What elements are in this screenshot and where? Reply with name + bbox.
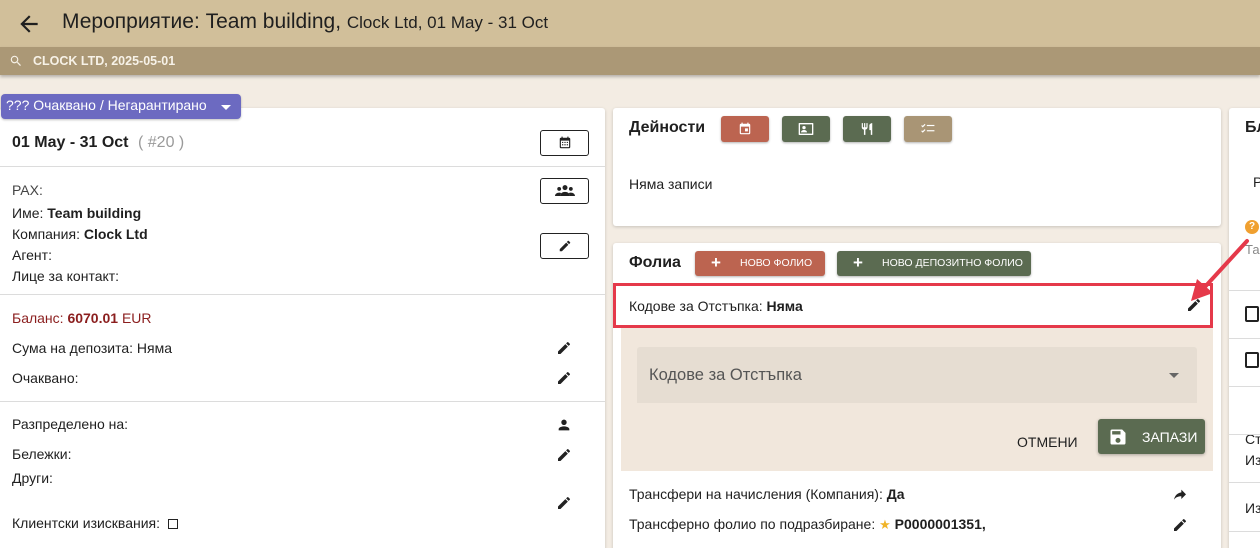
activity-checklist-button[interactable]	[904, 116, 952, 142]
folio-title: Фолиа	[629, 254, 681, 271]
company-value: Clock Ltd	[83, 226, 148, 242]
default-folio-label: Трансферно фолио по подразбиране:	[629, 516, 876, 532]
discount-codes-select[interactable]: Кодове за Отстъпка	[637, 347, 1197, 403]
calendar-icon	[739, 122, 751, 135]
transfers-row: Трансфери на начисления (Компания): Да	[629, 486, 905, 502]
activities-card: Дейности Няма записи	[613, 108, 1221, 226]
name-row: Име: Team building	[12, 205, 141, 221]
app-header: Мероприятие: Team building, Clock Ltd, 0…	[0, 0, 1260, 47]
chevron-down-icon	[221, 105, 231, 110]
save-icon	[1110, 429, 1126, 445]
right-panel-field-5: Из	[1245, 500, 1260, 516]
assigned-label: Разпределено на:	[12, 416, 129, 432]
calendar-icon	[559, 136, 570, 149]
right-panel-title: Бл	[1245, 119, 1260, 136]
client-requirements-row: Клиентски изисквания:	[12, 515, 178, 531]
balance-label: Баланс:	[12, 310, 64, 326]
person-icon[interactable]	[556, 417, 572, 433]
edit-other-pencil-icon[interactable]	[556, 495, 572, 511]
activities-title: Дейности	[629, 119, 706, 136]
discount-codes-text: Кодове за Отстъпка: Няма	[629, 298, 803, 314]
search-icon	[9, 54, 23, 68]
client-requirements-label: Клиентски изисквания:	[12, 515, 161, 531]
contact-card-icon	[798, 123, 814, 135]
default-folio-row: Трансферно фолио по подразбиране: ★ P000…	[629, 516, 986, 533]
right-panel-field-1: Р	[1253, 174, 1260, 190]
pax-label: PAX:	[12, 182, 43, 198]
help-icon[interactable]: ?	[1245, 220, 1259, 234]
company-row: Компания: Clock Ltd	[12, 226, 148, 242]
new-deposit-folio-button[interactable]: + НОВО ДЕПОЗИТНО ФОЛИО	[837, 251, 1031, 276]
event-subtitle: Clock Ltd, 01 May - 31 Oct	[346, 13, 549, 32]
discount-codes-editor: Кодове за Отстъпка ОТМЕНИ ЗАПАЗИ	[621, 328, 1213, 471]
activity-restaurant-button[interactable]	[843, 116, 891, 142]
company-label: Компания:	[12, 226, 80, 242]
save-label: ЗАПАЗИ	[1142, 429, 1198, 445]
activity-contact-button[interactable]	[782, 116, 830, 142]
star-icon: ★	[879, 517, 891, 532]
document-icon[interactable]	[1245, 352, 1259, 368]
discount-codes-value: Няма	[766, 298, 803, 314]
balance-currency: EUR	[121, 310, 152, 326]
pax-button[interactable]	[540, 178, 589, 204]
edit-notes-pencil-icon[interactable]	[556, 447, 572, 463]
save-button[interactable]: ЗАПАЗИ	[1098, 419, 1205, 454]
new-folio-button[interactable]: + НОВО ФОЛИО	[695, 251, 825, 276]
checklist-icon	[921, 123, 935, 133]
discount-codes-placeholder: Кодове за Отстъпка	[649, 366, 802, 384]
event-title: Мероприятие: Team building,	[62, 10, 342, 33]
edit-details-button[interactable]	[540, 233, 589, 259]
agent-label: Агент:	[12, 247, 52, 263]
default-folio-value: P0000001351,	[894, 516, 986, 532]
event-number: ( #20 )	[138, 134, 185, 151]
back-arrow-icon[interactable]	[16, 11, 42, 37]
new-folio-label: НОВО ФОЛИО	[740, 257, 813, 269]
deposit-label: Сума на депозита: Няма	[12, 340, 172, 356]
edit-expected-pencil-icon[interactable]	[556, 370, 572, 386]
right-panel-card: Бл Р ? Та Ст Из Из	[1229, 108, 1260, 548]
status-label: ??? Очаквано / Негарантирано	[6, 97, 207, 113]
plus-icon: +	[853, 253, 863, 272]
activities-empty-text: Няма записи	[629, 176, 713, 192]
status-dropdown[interactable]: ??? Очаквано / Негарантирано	[1, 94, 241, 119]
search-bar[interactable]: CLOCK LTD, 2025-05-01	[0, 47, 1260, 75]
group-icon	[554, 185, 575, 196]
edit-deposit-pencil-icon[interactable]	[556, 340, 572, 356]
discount-codes-row: Кодове за Отстъпка: Няма	[613, 283, 1213, 328]
plus-icon: +	[711, 253, 721, 272]
search-text: CLOCK LTD, 2025-05-01	[33, 54, 176, 68]
balance-row: Баланс: 6070.01 EUR	[12, 310, 152, 326]
name-value: Team building	[47, 205, 142, 221]
client-requirements-checkbox[interactable]	[167, 519, 178, 529]
edit-default-folio-pencil-icon[interactable]	[1172, 517, 1188, 533]
forward-icon[interactable]	[1172, 487, 1188, 503]
other-label: Други:	[12, 470, 53, 486]
name-label: Име:	[12, 205, 44, 221]
page-title: Мероприятие: Team building, Clock Ltd, 0…	[62, 10, 548, 34]
balance-value: 6070.01	[67, 310, 119, 326]
pencil-icon	[559, 240, 570, 252]
notes-label: Бележки:	[12, 446, 72, 462]
contact-label: Лице за контакт:	[12, 268, 120, 284]
transfers-value: Да	[886, 486, 905, 502]
transfers-label: Трансфери на начисления (Компания):	[629, 486, 883, 502]
folio-card: Фолиа + НОВО ФОЛИО + НОВО ДЕПОЗИТНО ФОЛИ…	[613, 243, 1221, 548]
cancel-button[interactable]: ОТМЕНИ	[1017, 434, 1078, 450]
activity-calendar-button[interactable]	[721, 116, 769, 142]
annotation-arrow	[1191, 239, 1249, 301]
expected-label: Очаквано:	[12, 370, 79, 386]
event-details-card: 01 May - 31 Oct ( #20 ) PAX: Име: Team b…	[0, 108, 605, 548]
document-icon[interactable]	[1245, 306, 1259, 322]
discount-codes-label: Кодове за Отстъпка:	[629, 298, 763, 314]
restaurant-icon	[861, 123, 873, 135]
dropdown-arrow-icon	[1169, 373, 1179, 378]
event-dates: 01 May - 31 Oct	[12, 134, 129, 151]
right-panel-field-4: Из	[1245, 452, 1260, 468]
calendar-button[interactable]	[540, 130, 589, 156]
new-deposit-folio-label: НОВО ДЕПОЗИТНО ФОЛИО	[882, 257, 1023, 269]
